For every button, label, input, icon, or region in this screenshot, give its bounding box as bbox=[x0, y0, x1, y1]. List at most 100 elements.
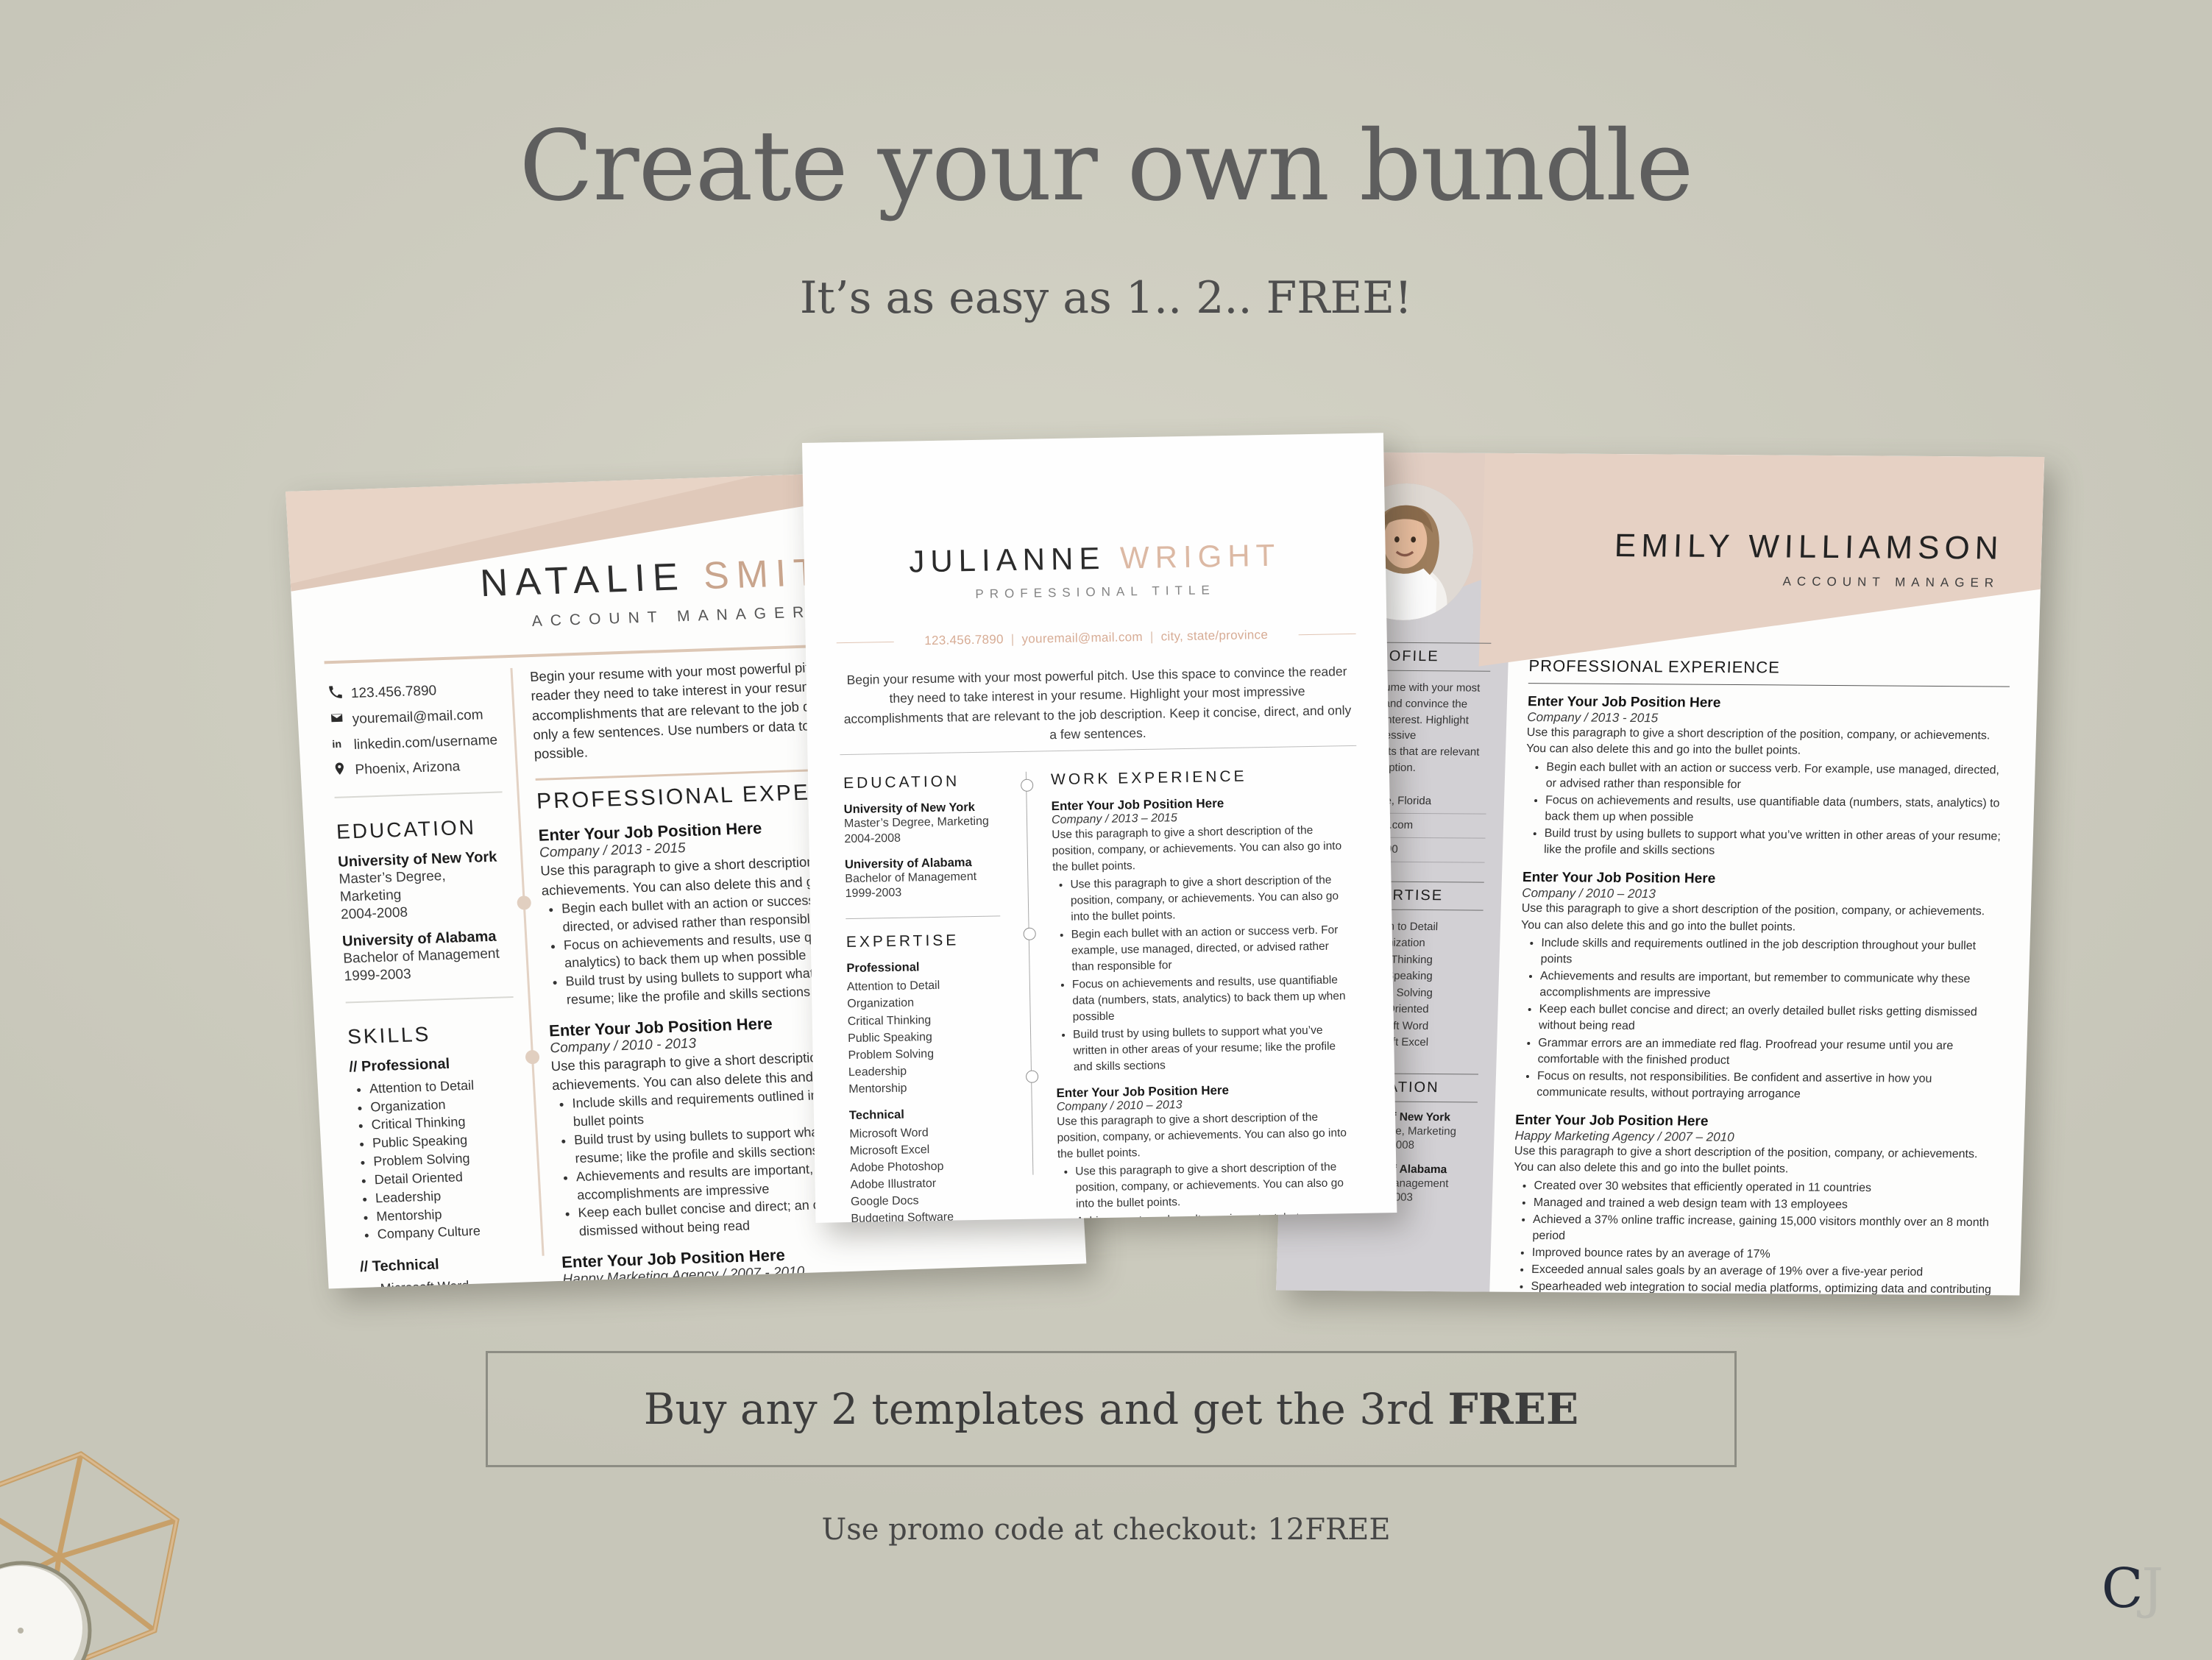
resume1-sidebar: 123.456.7890 youremail@mail.com in linke… bbox=[328, 681, 537, 1288]
contact-row: 123.456.7890 bbox=[328, 681, 497, 704]
job-paragraph: Use this paragraph to give a short descr… bbox=[1520, 902, 1985, 934]
list-item: Achieved a 37% online traffic increase, … bbox=[1532, 1212, 1993, 1248]
job-bullets: Use this paragraph to give a short descr… bbox=[1052, 872, 1350, 1076]
job-bullets: Use this paragraph to give a short descr… bbox=[1057, 1159, 1354, 1222]
promo-offer-emphasis: FREE bbox=[1447, 1384, 1579, 1434]
separator: | bbox=[1149, 629, 1154, 644]
resume2-experience-heading: WORK EXPERIENCE bbox=[1050, 767, 1247, 789]
resume3-role: ACCOUNT MANAGER bbox=[1782, 574, 2000, 590]
timeline-dot bbox=[1025, 1070, 1039, 1083]
divider-dot bbox=[517, 895, 532, 910]
svg-text:in: in bbox=[332, 738, 342, 750]
list-item: Created over 30 websites that efficientl… bbox=[1534, 1178, 1995, 1197]
divider bbox=[846, 915, 1001, 920]
skill-list-technical: Microsoft Word Microsoft Excel Adobe Pho… bbox=[361, 1275, 537, 1288]
phone-icon bbox=[328, 685, 344, 703]
contact-email: youremail@mail.com bbox=[1021, 629, 1144, 646]
job-entry: Enter Your Job Position Here Company / 2… bbox=[1056, 1081, 1354, 1223]
expertise-group-label: Technical bbox=[848, 1107, 904, 1122]
contact-text: youremail@mail.com bbox=[352, 706, 484, 727]
divider bbox=[334, 791, 503, 798]
divider-dot bbox=[525, 1049, 540, 1065]
education-entry: University of Alabama Bachelor of Manage… bbox=[845, 855, 1000, 902]
job-entry: Enter Your Job Position Here Happy Marke… bbox=[1509, 1113, 1996, 1296]
years: 1999-2003 bbox=[845, 887, 902, 901]
skill-list-professional: Attention to Detail Organization Critica… bbox=[350, 1075, 526, 1245]
timeline-dot bbox=[1021, 778, 1034, 792]
page-subtitle: It’s as easy as 1.. 2.. FREE! bbox=[799, 272, 1413, 324]
resume3-last-name: WILLIAMSON bbox=[1748, 528, 2004, 567]
list-item: Use this paragraph to give a short descr… bbox=[1075, 1159, 1353, 1213]
degree: Bachelor of Management bbox=[845, 870, 977, 885]
list-item: Use this paragraph to give a short descr… bbox=[1070, 872, 1347, 926]
resume2-education-heading: EDUCATION bbox=[843, 773, 960, 792]
resume2-first-name: JULIANNE bbox=[908, 540, 1106, 579]
job-entry: Enter Your Job Position Here Company / 2… bbox=[1516, 870, 2004, 1104]
contact-location: city, state/province bbox=[1160, 627, 1269, 644]
job-entry: Enter Your Job Position Here Company / 2… bbox=[1523, 694, 2010, 862]
resume3-experience-heading: PROFESSIONAL EXPERIENCE bbox=[1528, 656, 2011, 687]
resume3-main-column: PROFESSIONAL EXPERIENCE Enter Your Job P… bbox=[1509, 656, 2011, 1296]
resume2-main-column: WORK EXPERIENCE Enter Your Job Position … bbox=[1051, 766, 1358, 1223]
resume2-sidebar: EDUCATION University of New York Master’… bbox=[843, 772, 1007, 1223]
list-item: Focus on achievements and results, use q… bbox=[1545, 792, 2006, 829]
skill-group-label: // Technical bbox=[359, 1256, 440, 1276]
contact-text: linkedin.com/username bbox=[353, 732, 498, 753]
timeline-dot bbox=[1023, 927, 1036, 940]
list-item: Focus on achievements and results, use q… bbox=[1072, 972, 1350, 1026]
contact-phone: 123.456.7890 bbox=[924, 632, 1004, 648]
promo-offer-box: Buy any 2 templates and get the 3rd FREE bbox=[486, 1351, 1737, 1467]
job-paragraph: Use this paragraph to give a short descr… bbox=[1057, 1110, 1347, 1161]
list-item: Grammar errors are an immediate red flag… bbox=[1537, 1035, 1999, 1071]
resume2-last-name: WRIGHT bbox=[1119, 537, 1281, 575]
job-paragraph: Use this paragraph to give a short descr… bbox=[1052, 823, 1342, 874]
list-item: Begin each bullet with an action or succ… bbox=[1545, 759, 2007, 795]
contact-row: in linkedin.com/username bbox=[331, 731, 500, 755]
education-entry: University of New York Master’s Degree, … bbox=[844, 800, 999, 847]
logo-letter-c: C bbox=[2101, 1557, 2144, 1620]
location-pin-icon bbox=[333, 762, 348, 781]
divider bbox=[840, 745, 1357, 756]
job-paragraph: Use this paragraph to give a short descr… bbox=[1514, 1144, 1978, 1176]
education-entry: University of New York Master’s Degree, … bbox=[338, 848, 509, 923]
contact-row: youremail@mail.com bbox=[330, 706, 498, 729]
promo-offer-text: Buy any 2 templates and get the 3rd FREE bbox=[644, 1384, 1578, 1434]
resume2-expertise-heading: EXPERTISE bbox=[846, 932, 960, 951]
education-entry: University of Alabama Bachelor of Manage… bbox=[342, 928, 513, 985]
list-item: Managed and trained a web design team wi… bbox=[1534, 1195, 1995, 1214]
degree: Master’s Degree, Marketing bbox=[338, 868, 447, 905]
job-bullets: Begin each bullet with an action or succ… bbox=[1523, 759, 2007, 862]
list-item: Begin each bullet with an action or succ… bbox=[1071, 922, 1349, 976]
list-item: Improved bounce rates by an average of 1… bbox=[1532, 1245, 1993, 1264]
promo-code-line: Use promo code at checkout: 12FREE bbox=[821, 1513, 1391, 1547]
separator: | bbox=[1010, 632, 1015, 647]
list-item: Exceeded annual sales goals by an averag… bbox=[1531, 1262, 1993, 1281]
list-item: Build trust by using bullets to support … bbox=[1544, 826, 2005, 862]
job-entry: Enter Your Job Position Here Company / 2… bbox=[1052, 794, 1351, 1076]
degree: Master’s Degree, Marketing bbox=[843, 815, 989, 831]
expertise-group-label: Professional bbox=[846, 960, 920, 976]
list-item: Achievements and results are important, … bbox=[1539, 968, 2001, 1004]
job-bullets: Include skills and requirements outlined… bbox=[1516, 935, 2002, 1104]
contact-text: 123.456.7890 bbox=[350, 683, 437, 702]
resume1-first-name: NATALIE bbox=[478, 556, 687, 606]
skill-group-label: // Professional bbox=[348, 1055, 450, 1076]
contact-text: Phoenix, Arizona bbox=[355, 759, 461, 778]
resume2-role: PROFESSIONAL TITLE bbox=[975, 583, 1216, 601]
promo-offer-prefix: Buy any 2 templates and get the 3rd bbox=[643, 1384, 1448, 1434]
linkedin-icon: in bbox=[331, 737, 347, 755]
list-item: Include skills and requirements outlined… bbox=[1540, 935, 2002, 971]
timeline-line bbox=[1025, 771, 1034, 1175]
resume2-contact-line: 123.456.7890 | youremail@mail.com | city, st… bbox=[806, 625, 1387, 650]
list-item: Keep each bullet concise and direct; an … bbox=[1539, 1001, 2000, 1038]
job-paragraph: Use this paragraph to give a short descr… bbox=[1525, 726, 1991, 758]
resume2-name: JULIANNE WRIGHT bbox=[804, 536, 1386, 581]
job-entry: Enter Your Job Position Here Happy Marke… bbox=[561, 1236, 1077, 1289]
logo-letter-j: J bbox=[2141, 1557, 2163, 1620]
list-item: Company Culture bbox=[377, 1221, 526, 1244]
resume-template-card-julianne-wright[interactable]: JULIANNE WRIGHT PROFESSIONAL TITLE 123.4… bbox=[802, 433, 1397, 1223]
page-title: Create your own bundle bbox=[519, 110, 1694, 223]
resume3-first-name: EMILY bbox=[1614, 527, 1735, 565]
promo-poster: Create your own bundle It’s as easy as 1… bbox=[0, 0, 2212, 1660]
list-item: Build trust by using bullets to support … bbox=[1073, 1022, 1350, 1076]
